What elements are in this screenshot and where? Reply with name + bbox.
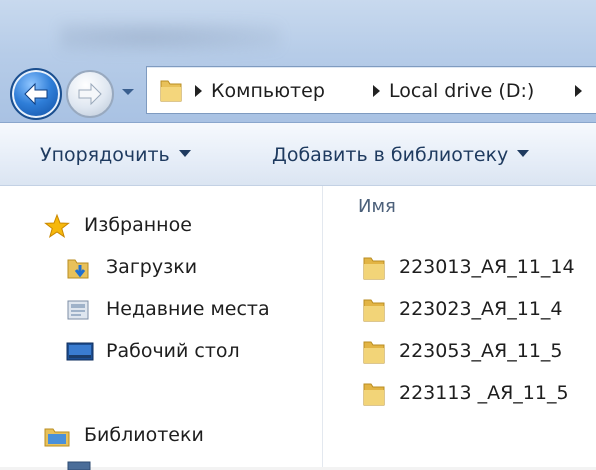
list-item[interactable]: 223013_АЯ_11_14 xyxy=(361,252,591,282)
title-bar: Компьютер Local drive (D:) xyxy=(0,0,596,123)
folder-icon xyxy=(363,383,385,406)
nav-libraries[interactable]: Библиотеки xyxy=(44,420,304,450)
star-icon xyxy=(44,213,70,238)
window-title-blur xyxy=(60,22,280,52)
recent-pages-dropdown[interactable] xyxy=(120,84,136,98)
folder-icon xyxy=(363,341,385,364)
breadcrumb-separator-icon[interactable] xyxy=(195,85,202,97)
file-name: 223113 _АЯ_11_5 xyxy=(399,382,569,404)
nav-favorites[interactable]: Избранное xyxy=(44,210,304,240)
folder-icon xyxy=(363,299,385,322)
list-item[interactable]: 223113 _АЯ_11_5 xyxy=(361,378,591,408)
list-item[interactable]: 223023_АЯ_11_4 xyxy=(361,294,591,324)
nav-item-downloads[interactable]: Загрузки xyxy=(66,252,306,282)
column-header-name[interactable]: Имя xyxy=(358,196,396,217)
navigation-pane: Избранное Загрузки Недавние места Рабочи… xyxy=(0,186,323,470)
breadcrumb-separator-icon[interactable] xyxy=(373,85,380,97)
chevron-down-icon xyxy=(122,89,134,95)
back-arrow-icon xyxy=(24,82,48,106)
recent-places-icon xyxy=(67,300,89,320)
forward-button[interactable] xyxy=(66,70,114,118)
downloads-folder-icon xyxy=(67,259,89,279)
library-item-icon xyxy=(67,461,91,470)
file-list-pane: Имя 223013_АЯ_11_14 223023_АЯ_11_4 22305… xyxy=(323,186,596,467)
chevron-down-icon xyxy=(178,150,191,157)
folder-icon xyxy=(160,80,182,102)
list-item[interactable]: 223053_АЯ_11_5 xyxy=(361,336,591,366)
command-bar: Упорядочить Добавить в библиотеку xyxy=(0,123,596,186)
add-to-library-button[interactable]: Добавить в библиотеку xyxy=(272,142,530,168)
organize-button[interactable]: Упорядочить xyxy=(40,142,191,168)
chevron-down-icon xyxy=(517,150,530,157)
breadcrumb-computer[interactable]: Компьютер xyxy=(211,79,325,103)
nav-item-downloads-label: Загрузки xyxy=(106,256,198,278)
breadcrumb-separator-icon[interactable] xyxy=(575,85,582,97)
nav-favorites-label: Избранное xyxy=(84,214,192,236)
libraries-icon xyxy=(44,428,70,447)
breadcrumb-local-drive[interactable]: Local drive (D:) xyxy=(389,79,534,103)
file-name: 223053_АЯ_11_5 xyxy=(399,340,563,362)
nav-item-desktop[interactable]: Рабочий стол xyxy=(66,336,306,366)
folder-icon xyxy=(363,257,385,280)
file-name: 223023_АЯ_11_4 xyxy=(399,298,563,320)
file-name: 223013_АЯ_11_14 xyxy=(399,256,575,278)
nav-libraries-label: Библиотеки xyxy=(84,424,204,446)
nav-item-recent-places-label: Недавние места xyxy=(106,298,270,320)
organize-label: Упорядочить xyxy=(40,144,170,166)
desktop-icon xyxy=(66,342,94,361)
nav-item-desktop-label: Рабочий стол xyxy=(106,340,240,362)
add-to-library-label: Добавить в библиотеку xyxy=(272,144,509,166)
address-bar[interactable]: Компьютер Local drive (D:) xyxy=(146,66,596,114)
back-button[interactable] xyxy=(10,68,62,120)
nav-item-recent-places[interactable]: Недавние места xyxy=(66,294,306,324)
forward-arrow-icon xyxy=(78,82,102,106)
explorer-window: Компьютер Local drive (D:) Упорядочить Д… xyxy=(0,0,596,470)
